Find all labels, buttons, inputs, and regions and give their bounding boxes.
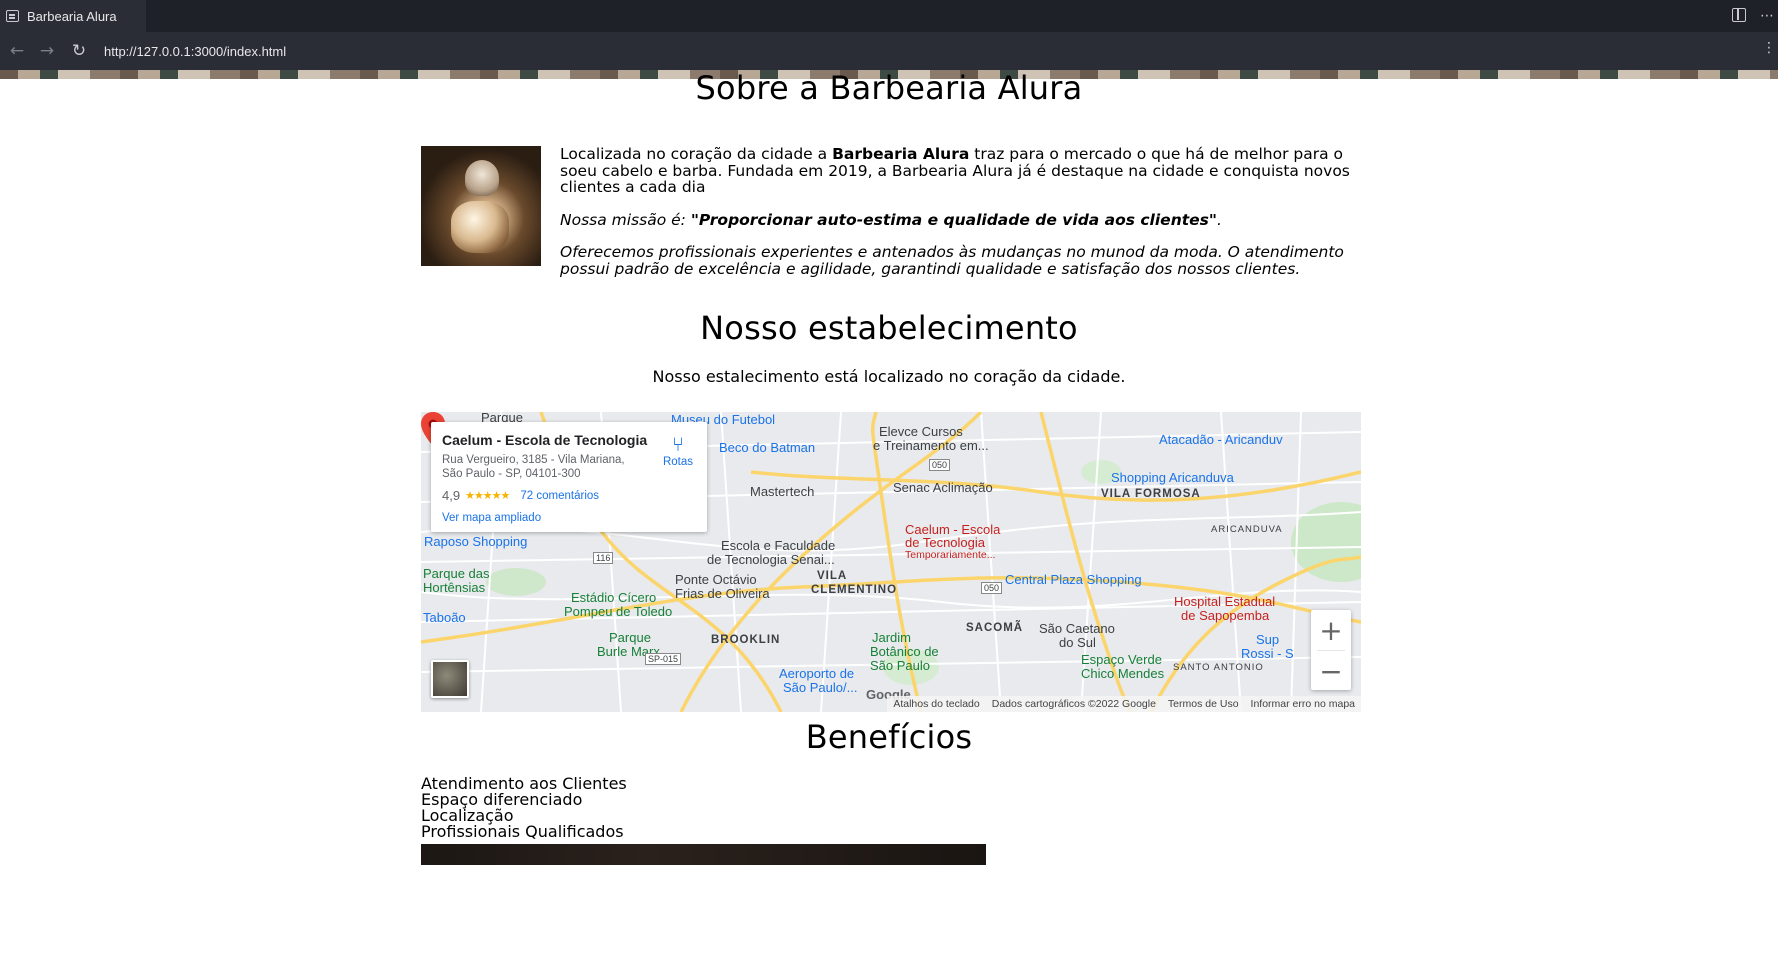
- about-paragraph-1: Localizada no coração da cidade a Barbea…: [560, 146, 1360, 196]
- map-route-sp015: SP-015: [645, 653, 682, 665]
- directions-label: Rotas: [662, 456, 694, 468]
- place-address-line-2: São Paulo - SP, 04101-300: [442, 468, 581, 480]
- map-label-sao-caetano-1[interactable]: São Caetano: [1039, 621, 1115, 636]
- tab-title: Barbearia Alura: [27, 8, 117, 24]
- forward-arrow-icon[interactable]: →: [34, 41, 60, 61]
- zoom-in-button[interactable]: +: [1311, 610, 1351, 650]
- rating-value: 4,9: [442, 488, 461, 503]
- establishment-title: Nosso estabelecimento: [700, 309, 1078, 347]
- map-label-elevce-2[interactable]: e Treinamento em...: [873, 438, 989, 453]
- map-label-raposo[interactable]: Raposo Shopping: [424, 534, 527, 549]
- map-label-sao-caetano-2[interactable]: do Sul: [1059, 635, 1096, 650]
- map-label-aeroporto-2[interactable]: São Paulo/...: [783, 680, 857, 695]
- place-rating: 4,9 ★★★★★ 72 comentários: [442, 488, 599, 503]
- map-footer: Atalhos do teclado Dados cartográficos ©…: [887, 696, 1361, 712]
- about-p3: Oferecemos profissionais experientes e a…: [560, 243, 1344, 278]
- benefit-item: Profissionais Qualificados: [421, 822, 624, 841]
- about-text: Localizada no coração da cidade a Barbea…: [560, 146, 1360, 293]
- mission-paragraph: Nossa missão é: "Proporcionar auto-estim…: [560, 210, 1360, 229]
- url-field[interactable]: http://127.0.0.1:3000/index.html: [104, 44, 286, 59]
- mission-quote: "Proporcionar auto-estima e qualidade de…: [690, 210, 1217, 229]
- more-icon[interactable]: ⋯: [1760, 8, 1774, 24]
- terms-link[interactable]: Termos de Uso: [1168, 698, 1239, 710]
- map-label-espaco-1[interactable]: Espaço Verde: [1081, 652, 1162, 667]
- place-info-card: Caelum - Escola de Tecnologia Rua Vergue…: [431, 422, 707, 532]
- tabbar-actions: ⋯: [1732, 8, 1774, 24]
- browser-tab-bar: Barbearia Alura ⋯: [0, 0, 1778, 32]
- map-route-050-b: 050: [981, 582, 1003, 594]
- directions-icon: ⑂: [672, 434, 684, 456]
- address-bar: ← → ↻ http://127.0.0.1:3000/index.html ⋮: [0, 32, 1778, 70]
- map-label-aeroporto-1[interactable]: Aeroporto de: [779, 666, 854, 681]
- reviews-link[interactable]: 72 comentários: [520, 490, 599, 502]
- map-label-jardim-2[interactable]: Botânico de: [870, 644, 939, 659]
- map-label-hospital-2[interactable]: de Sapopemba: [1181, 608, 1269, 623]
- sidebar-toggle-icon[interactable]: [1732, 8, 1746, 22]
- map-label-parque-hort-2[interactable]: Hortênsias: [423, 580, 485, 595]
- bigger-map-link[interactable]: Ver mapa ampliado: [442, 512, 541, 524]
- mission-end: .: [1216, 210, 1222, 229]
- report-error-link[interactable]: Informar erro no mapa: [1251, 698, 1355, 710]
- establishment-subtitle: Nosso estalecimento está localizado no c…: [652, 367, 1126, 386]
- map-label-vila-clementino-2: CLEMENTINO: [811, 584, 898, 596]
- map-data-credit: Dados cartográficos ©2022 Google: [991, 698, 1156, 710]
- about-brand: Barbearia Alura: [832, 145, 970, 163]
- map-label-escola-2[interactable]: de Tecnologia Senai...: [707, 552, 835, 567]
- map-label-caelum-3: Temporariamente...: [905, 549, 996, 561]
- map-label-sup-rossi-1[interactable]: Sup: [1256, 632, 1279, 647]
- map-label-parque-hort-1[interactable]: Parque das: [423, 566, 490, 581]
- map-label-taboao[interactable]: Taboão: [423, 610, 466, 625]
- map-label-beco[interactable]: Beco do Batman: [719, 440, 815, 455]
- keyboard-shortcuts-link[interactable]: Atalhos do teclado: [893, 698, 979, 710]
- benefits-list: Atendimento aos Clientes Espaço diferenc…: [421, 776, 627, 840]
- map-label-escola-1[interactable]: Escola e Faculdade: [721, 538, 835, 553]
- map-label-vila-formosa: VILA FORMOSA: [1101, 488, 1201, 500]
- directions-button[interactable]: ⑂ Rotas: [658, 434, 698, 468]
- map-label-sup-rossi-2[interactable]: Rossi - S: [1241, 646, 1294, 661]
- place-name: Caelum - Escola de Tecnologia: [442, 432, 648, 448]
- map-label-jardim-1[interactable]: Jardim: [872, 630, 911, 645]
- back-arrow-icon[interactable]: ←: [4, 41, 30, 61]
- menu-icon[interactable]: ⋮: [1762, 40, 1776, 56]
- satellite-toggle-button[interactable]: [431, 660, 469, 698]
- map-label-ponte-2[interactable]: Frias de Oliveira: [675, 586, 770, 601]
- shaving-brush-image: [421, 146, 541, 266]
- star-rating-icon: ★★★★★: [465, 490, 510, 502]
- map-label-shopping-aricanduva[interactable]: Shopping Aricanduva: [1111, 470, 1234, 485]
- map-label-sacoma: SACOMÃ: [966, 622, 1024, 634]
- map-label-senac[interactable]: Senac Aclimação: [893, 480, 993, 495]
- map-label-central-plaza[interactable]: Central Plaza Shopping: [1005, 572, 1142, 587]
- map-label-atacadao[interactable]: Atacadão - Aricanduv: [1159, 432, 1283, 447]
- place-address: Rua Vergueiro, 3185 - Vila Mariana, São …: [442, 453, 632, 481]
- zoom-controls: + −: [1311, 610, 1351, 690]
- map-label-mastertech[interactable]: Mastertech: [750, 484, 814, 499]
- map-label-burle-1[interactable]: Parque: [609, 630, 651, 645]
- map-label-caelum-2[interactable]: de Tecnologia: [905, 535, 985, 550]
- about-paragraph-3: Oferecemos profissionais experientes e a…: [560, 244, 1360, 277]
- benefits-image: [421, 844, 986, 865]
- google-map[interactable]: Parque Museu do Futebol Beco do Batman E…: [421, 412, 1361, 712]
- mission-label: Nossa missão é:: [560, 210, 691, 229]
- benefits-title: Benefícios: [805, 718, 973, 756]
- map-label-elevce-1[interactable]: Elevce Cursos: [879, 424, 963, 439]
- map-label-brooklin: BROOKLIN: [711, 634, 781, 646]
- zoom-out-button[interactable]: −: [1311, 651, 1351, 691]
- about-p1-before: Localizada no coração da cidade a: [560, 145, 833, 163]
- map-label-vila-clementino-1: VILA: [817, 570, 848, 582]
- map-label-estadio-1[interactable]: Estádio Cícero: [571, 590, 656, 605]
- map-label-santo-antonio: SANTO ANTONIO: [1173, 662, 1264, 673]
- map-label-espaco-2[interactable]: Chico Mendes: [1081, 666, 1164, 681]
- map-label-aricanduva: ARICANDUVA: [1211, 524, 1283, 535]
- tab-page-icon: [6, 10, 19, 22]
- map-label-ponte-1[interactable]: Ponte Octávio: [675, 572, 757, 587]
- reload-icon[interactable]: ↻: [66, 41, 92, 61]
- map-label-estadio-2[interactable]: Pompeu de Toledo: [564, 604, 672, 619]
- about-title: Sobre a Barbearia Alura: [695, 69, 1083, 107]
- map-route-116: 116: [593, 552, 614, 564]
- browser-tab[interactable]: Barbearia Alura: [0, 0, 146, 32]
- place-address-line-1: Rua Vergueiro, 3185 - Vila Mariana,: [442, 454, 625, 466]
- map-label-jardim-3[interactable]: São Paulo: [870, 658, 930, 673]
- map-label-hospital-1[interactable]: Hospital Estadual: [1174, 594, 1275, 609]
- map-route-050-a: 050: [929, 459, 951, 471]
